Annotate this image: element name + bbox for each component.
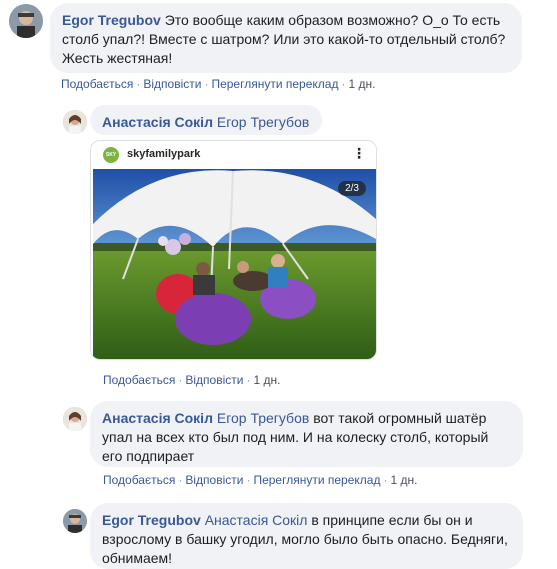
comment-bubble-3: Анастасія Сокіл Егор Трегубов вот такой … [90,401,523,467]
carousel-counter: 2/3 [338,181,366,196]
avatar-anastasia[interactable] [63,110,87,134]
comment-actions-1: Подобається · Відповісти · Переглянути перек… [61,77,376,91]
mention-link[interactable]: Егор Трегубов [217,114,309,130]
comment-author[interactable]: Egor Tregubov [102,512,201,528]
like-link[interactable]: Подобається [61,77,133,91]
comment-time[interactable]: 1 дн. [253,373,280,387]
see-translation-link[interactable]: Переглянути переклад [253,473,380,487]
comment-time[interactable]: 1 дн. [348,77,375,91]
comment-bubble-4: Egor Tregubov Анастасія Сокіл в принципе… [90,503,523,569]
comment-actions-3: Подобається · Відповісти · Переглянути перек… [103,473,418,487]
like-link[interactable]: Подобається [103,373,175,387]
account-name[interactable]: skyfamilypark [127,148,200,160]
see-translation-link[interactable]: Переглянути переклад [211,77,338,91]
comment-author[interactable]: Egor Tregubov [62,12,161,28]
more-vertical-icon[interactable]: ⋮ [352,145,366,162]
tent-photo[interactable] [93,169,376,359]
avatar-egor[interactable] [63,509,87,533]
attachment-header: SKY skyfamilypark ⋮ [91,141,376,169]
comment-actions-2: Подобається · Відповісти · 1 дн. [103,373,281,387]
reply-link[interactable]: Відповісти [185,373,243,387]
like-link[interactable]: Подобається [103,473,175,487]
instagram-attachment[interactable]: SKY skyfamilypark ⋮ 2/3 [90,140,377,360]
comment-time[interactable]: 1 дн. [390,473,417,487]
reply-link[interactable]: Відповісти [185,473,243,487]
comment-bubble-2: Анастасія Сокіл Егор Трегубов [90,105,322,135]
avatar-egor[interactable] [9,4,43,38]
comment-bubble-1: Egor Tregubov Это вообще каким образом в… [50,3,522,73]
comment-author[interactable]: Анастасія Сокіл [102,114,213,130]
avatar-anastasia[interactable] [63,407,87,431]
comment-author[interactable]: Анастасія Сокіл [102,410,213,426]
reply-link[interactable]: Відповісти [143,77,201,91]
mention-link[interactable]: Анастасія Сокіл [205,512,308,528]
skyfamilypark-logo: SKY [103,147,119,163]
mention-link[interactable]: Егор Трегубов [217,410,309,426]
